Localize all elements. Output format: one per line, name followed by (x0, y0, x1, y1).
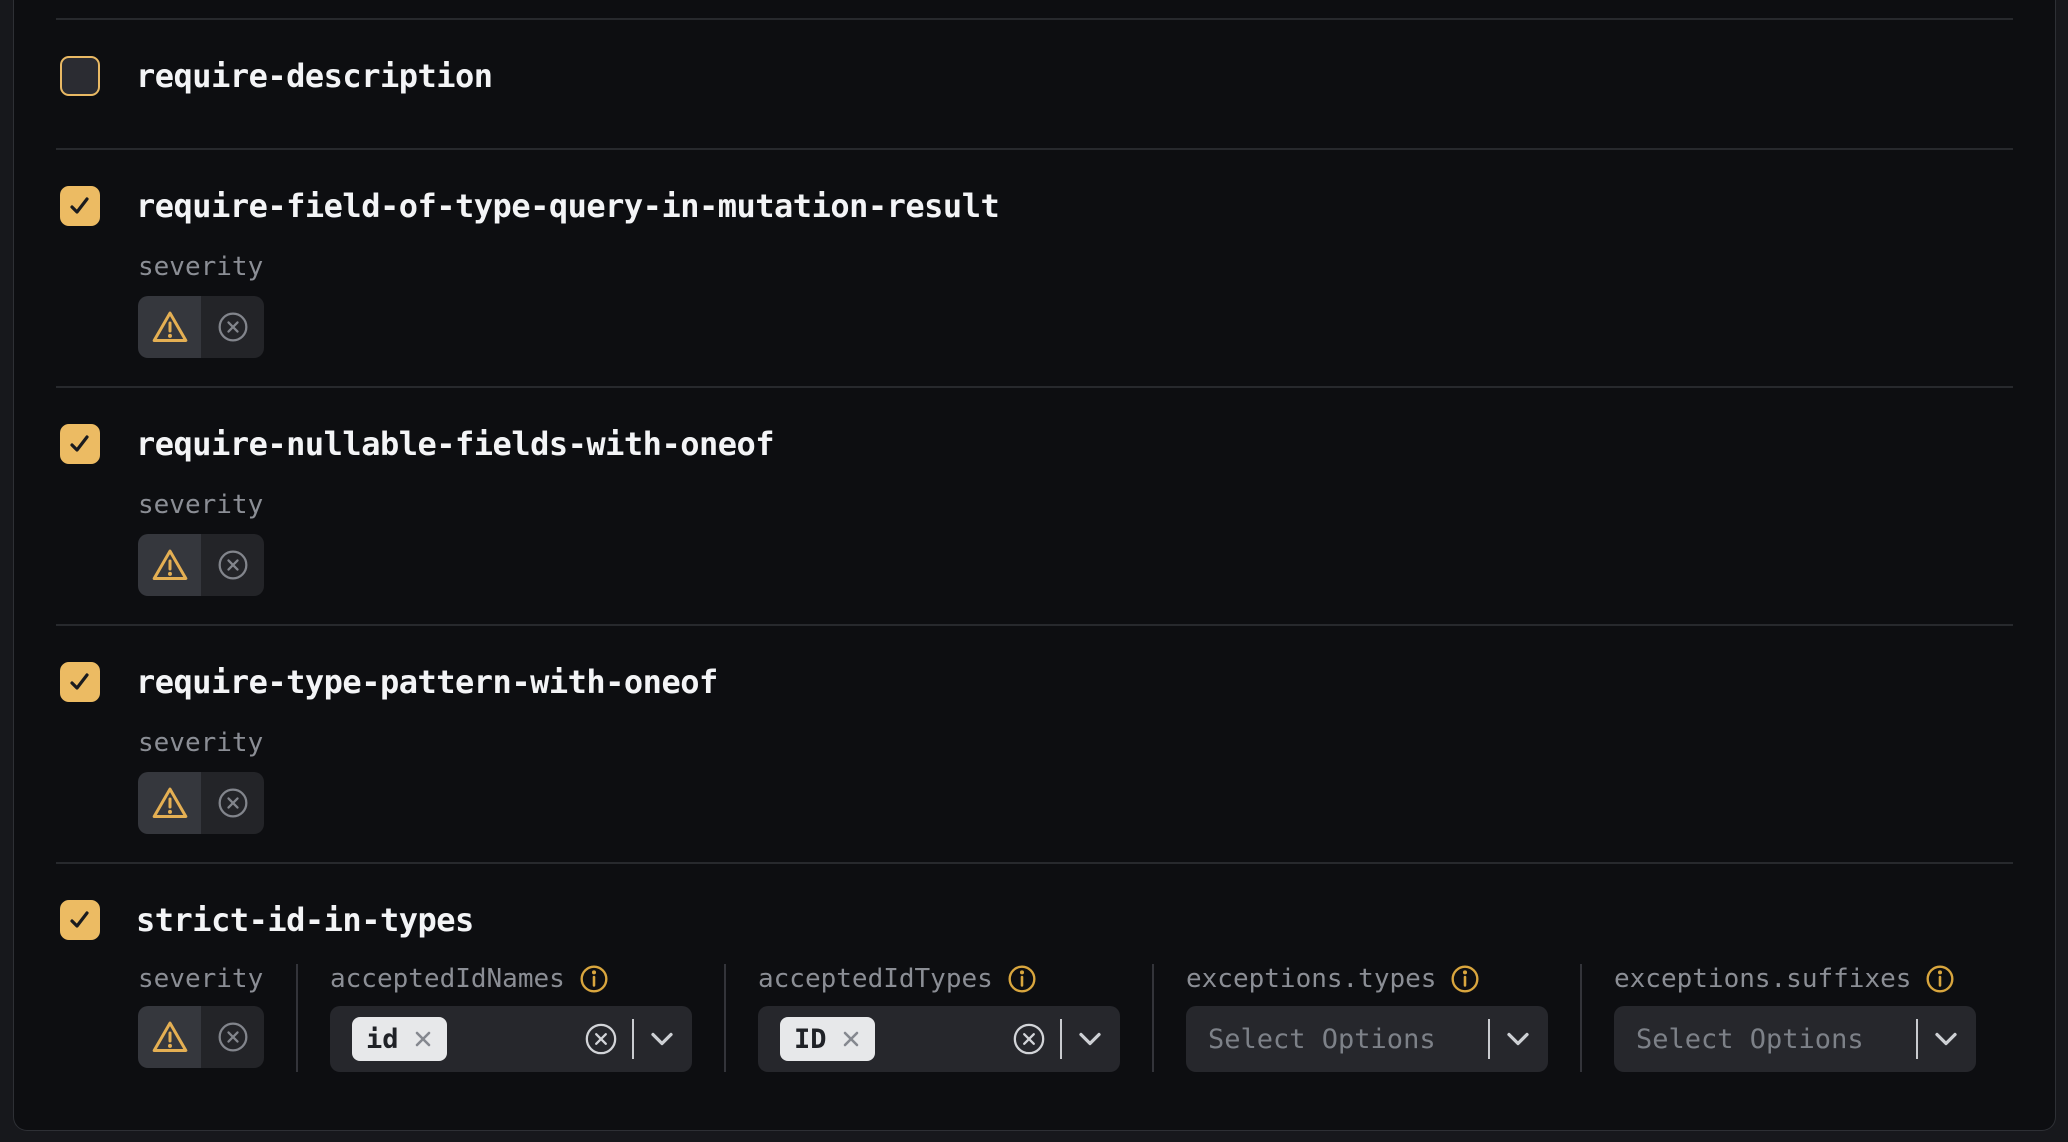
field-label-severity: severity (138, 490, 2009, 520)
rule-checkbox-strict-id-in-types[interactable] (60, 900, 100, 940)
option-column-severity: severity (138, 964, 264, 1072)
info-icon[interactable] (1450, 964, 1480, 994)
rule-section-require-field-of-type-query-in-mutation-result: require-field-of-type-query-in-mutation-… (14, 150, 2055, 386)
field-label-acceptedIdNames: acceptedIdNames (330, 964, 565, 994)
severity-toggle (138, 534, 264, 596)
column-divider (1152, 964, 1154, 1072)
rules-config-panel: require-description require-field-of-typ… (13, 0, 2056, 1131)
tag-chip-label: ID (794, 1024, 827, 1055)
checkmark-icon (68, 194, 92, 218)
tag-chip: id (352, 1017, 447, 1061)
chevron-down-icon[interactable] (650, 1031, 674, 1047)
option-column-exceptions-suffixes: exceptions.suffixes Select Options (1614, 964, 1976, 1072)
chevron-down-icon[interactable] (1506, 1031, 1530, 1047)
rule-name: require-type-pattern-with-oneof (136, 662, 718, 702)
rule-section-require-type-pattern-with-oneof: require-type-pattern-with-oneof severity (14, 626, 2055, 862)
warning-icon (151, 309, 189, 345)
clear-selection-icon[interactable] (1012, 1022, 1046, 1056)
info-icon[interactable] (1925, 964, 1955, 994)
select-divider (1916, 1019, 1918, 1059)
info-icon[interactable] (579, 964, 609, 994)
chevron-down-icon[interactable] (1934, 1031, 1958, 1047)
select-placeholder: Select Options (1208, 1024, 1436, 1055)
info-icon[interactable] (1007, 964, 1037, 994)
column-divider (1580, 964, 1582, 1072)
severity-toggle (138, 772, 264, 834)
severity-warn-option[interactable] (138, 534, 201, 596)
tag-chip-label: id (366, 1024, 399, 1055)
rule-name: strict-id-in-types (136, 900, 474, 940)
rule-section-strict-id-in-types: strict-id-in-types severity a (14, 864, 2055, 1100)
remove-tag-icon[interactable] (841, 1029, 861, 1049)
severity-toggle (138, 1006, 264, 1068)
circle-x-icon (217, 1021, 249, 1053)
rule-checkbox-require-description[interactable] (60, 56, 100, 96)
checkmark-icon (68, 432, 92, 456)
option-column-acceptedIdTypes: acceptedIdTypes ID (758, 964, 1120, 1072)
rule-name: require-nullable-fields-with-oneof (136, 424, 774, 464)
severity-off-option[interactable] (201, 772, 264, 834)
checkmark-icon (68, 670, 92, 694)
field-label-exceptions-suffixes: exceptions.suffixes (1614, 964, 1911, 994)
severity-warn-option[interactable] (138, 772, 201, 834)
rule-checkbox-require-field-of-type-query-in-mutation-result[interactable] (60, 186, 100, 226)
rule-section-require-nullable-fields-with-oneof: require-nullable-fields-with-oneof sever… (14, 388, 2055, 624)
field-label-severity: severity (138, 252, 2009, 282)
select-divider (1060, 1019, 1062, 1059)
field-label-severity: severity (138, 964, 264, 994)
option-column-exceptions-types: exceptions.types Select Options (1186, 964, 1548, 1072)
remove-tag-icon[interactable] (413, 1029, 433, 1049)
column-divider (296, 964, 298, 1072)
rule-name: require-field-of-type-query-in-mutation-… (136, 186, 999, 226)
severity-warn-option[interactable] (138, 296, 201, 358)
checkmark-icon (68, 908, 92, 932)
severity-warn-option[interactable] (138, 1006, 201, 1068)
select-divider (632, 1019, 634, 1059)
exceptions-types-multiselect[interactable]: Select Options (1186, 1006, 1548, 1072)
field-label-exceptions-types: exceptions.types (1186, 964, 1436, 994)
severity-off-option[interactable] (201, 534, 264, 596)
clear-selection-icon[interactable] (584, 1022, 618, 1056)
warning-icon (151, 785, 189, 821)
option-column-acceptedIdNames: acceptedIdNames id (330, 964, 692, 1072)
field-label-acceptedIdTypes: acceptedIdTypes (758, 964, 993, 994)
warning-icon (151, 547, 189, 583)
circle-x-icon (217, 549, 249, 581)
rule-checkbox-require-type-pattern-with-oneof[interactable] (60, 662, 100, 702)
field-label-severity: severity (138, 728, 2009, 758)
severity-off-option[interactable] (201, 1006, 264, 1068)
severity-toggle (138, 296, 264, 358)
acceptedIdTypes-multiselect[interactable]: ID (758, 1006, 1120, 1072)
rule-name: require-description (136, 56, 493, 96)
warning-icon (151, 1019, 189, 1055)
circle-x-icon (217, 311, 249, 343)
severity-off-option[interactable] (201, 296, 264, 358)
column-divider (724, 964, 726, 1072)
select-placeholder: Select Options (1636, 1024, 1864, 1055)
select-divider (1488, 1019, 1490, 1059)
exceptions-suffixes-multiselect[interactable]: Select Options (1614, 1006, 1976, 1072)
rule-checkbox-require-nullable-fields-with-oneof[interactable] (60, 424, 100, 464)
rule-section-require-description: require-description (14, 20, 2055, 148)
chevron-down-icon[interactable] (1078, 1031, 1102, 1047)
tag-chip: ID (780, 1017, 875, 1061)
circle-x-icon (217, 787, 249, 819)
acceptedIdNames-multiselect[interactable]: id (330, 1006, 692, 1072)
